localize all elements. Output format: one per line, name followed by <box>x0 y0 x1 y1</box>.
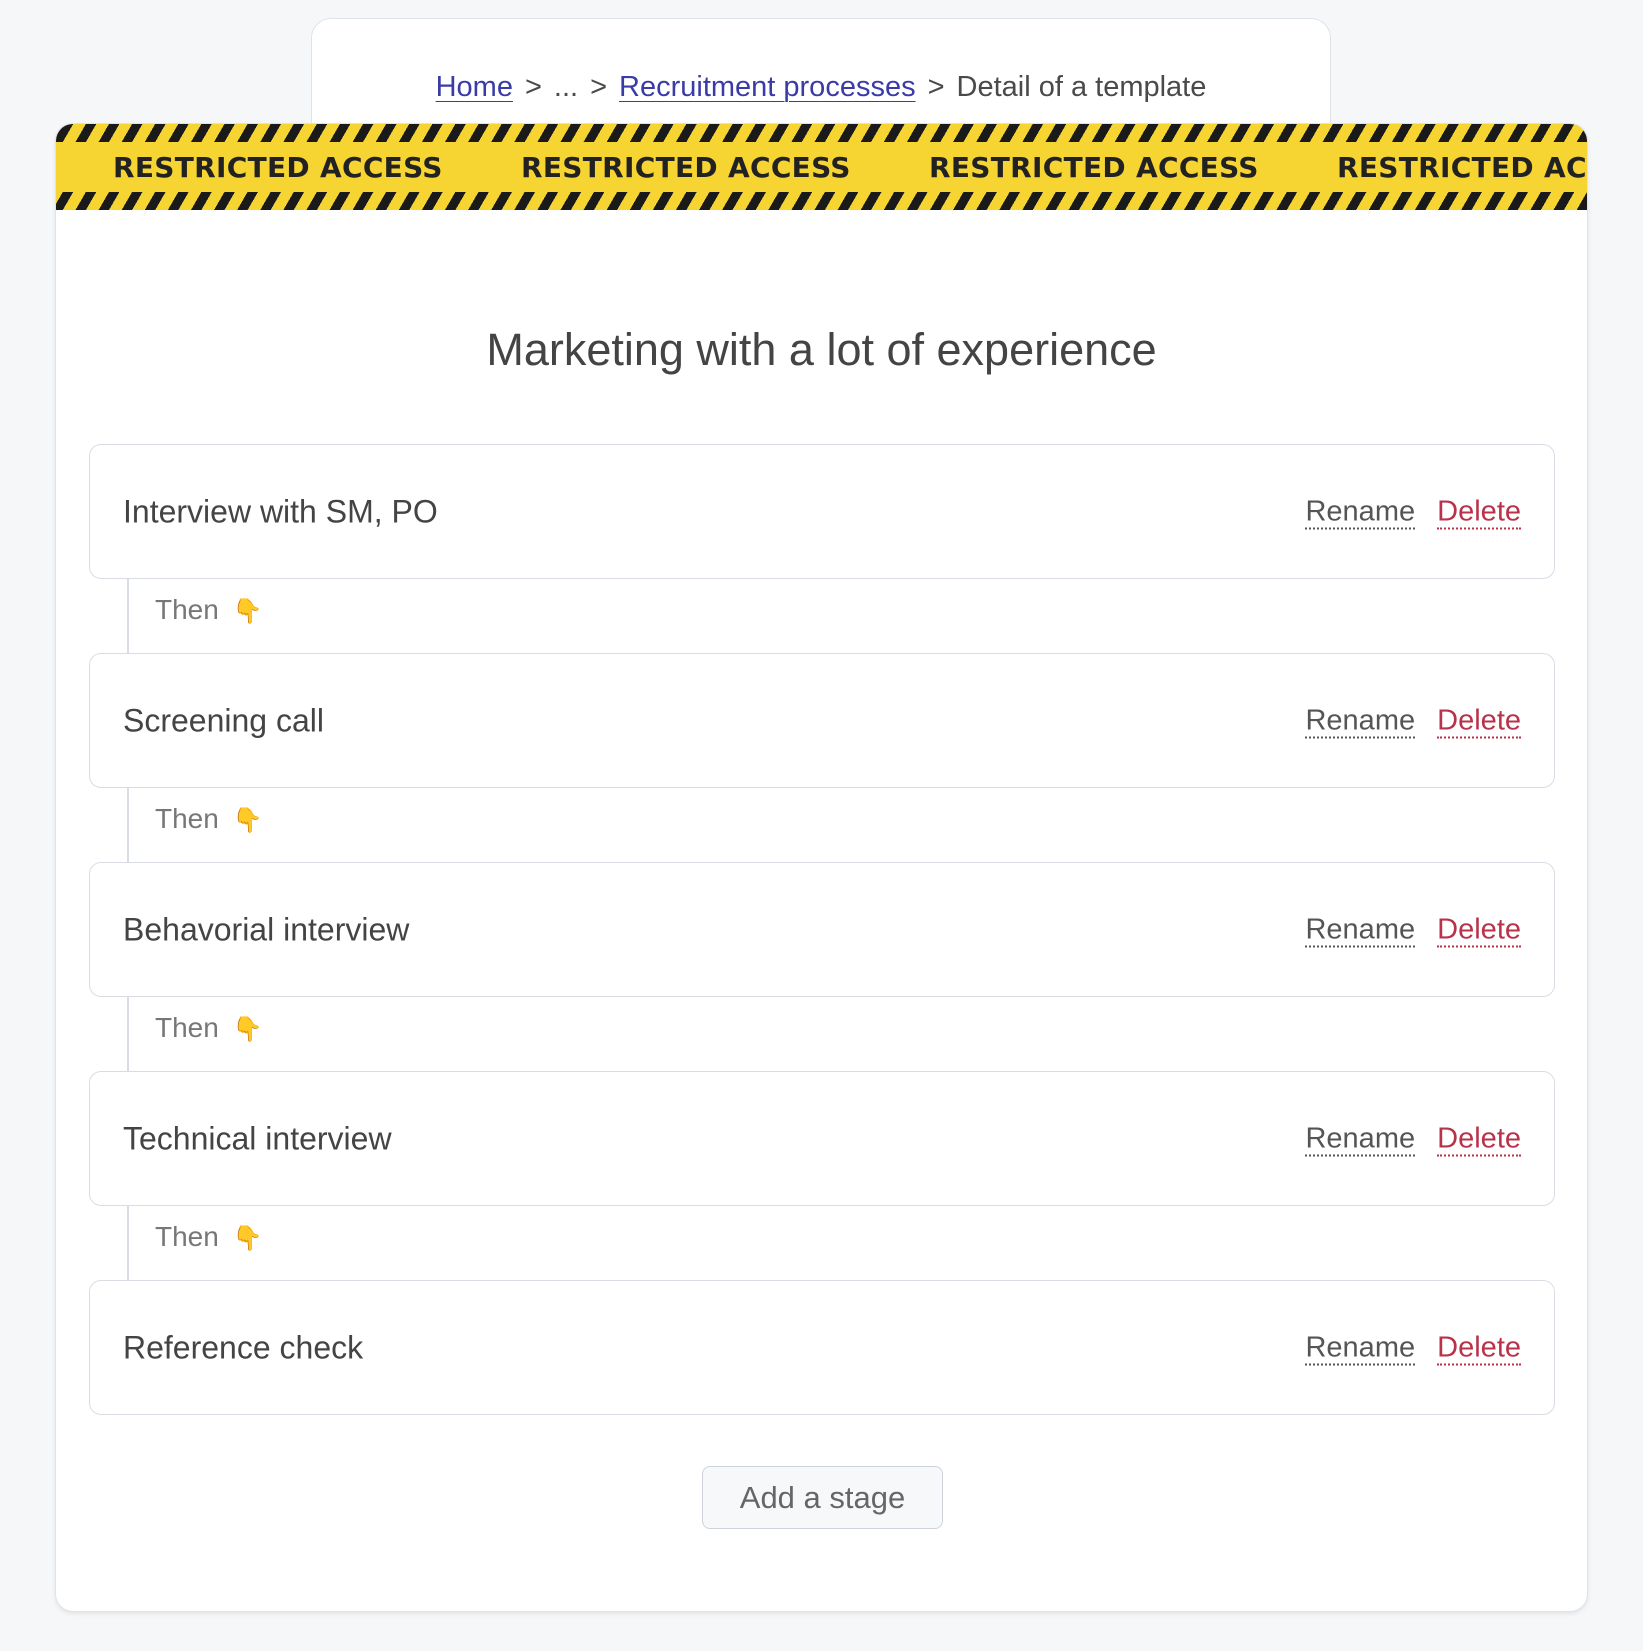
restricted-access-banner: RESTRICTED ACCESS RESTRICTED ACCESS RESTRI… <box>56 124 1587 210</box>
delete-stage-button[interactable]: Delete <box>1437 704 1521 738</box>
stage-card: Behavorial interview Rename Delete <box>89 862 1555 997</box>
breadcrumb: Home >... > Recruitment processes > Detail of… <box>312 71 1330 104</box>
stage-actions: Rename Delete <box>1305 704 1521 738</box>
stage-card: Screening call Rename Delete <box>89 653 1555 788</box>
breadcrumb-current: Detail of a template <box>956 71 1207 103</box>
rename-stage-button[interactable]: Rename <box>1305 1331 1416 1365</box>
breadcrumb-ellipsis[interactable]: ... <box>554 71 578 103</box>
then-text: Then <box>155 803 219 834</box>
rename-stage-button[interactable]: Rename <box>1305 704 1416 738</box>
backhand-index-pointing-down-icon: 👇 <box>232 598 263 625</box>
breadcrumb-separator: > <box>590 71 608 103</box>
stage-name: Screening call <box>123 702 324 738</box>
breadcrumb-separator: > <box>524 71 542 103</box>
add-stage-button[interactable]: Add a stage <box>702 1466 943 1529</box>
stage-actions: Rename Delete <box>1305 1122 1521 1156</box>
restricted-access-text: RESTRICTED ACCESS <box>1337 151 1587 184</box>
restricted-access-text: RESTRICTED ACCESS <box>113 151 443 184</box>
backhand-index-pointing-down-icon: 👇 <box>232 1225 263 1252</box>
stage-connector-line <box>127 1206 129 1281</box>
then-label: Then 👇 <box>155 803 263 835</box>
stage-connector-line <box>127 579 129 654</box>
delete-stage-button[interactable]: Delete <box>1437 1122 1521 1156</box>
then-text: Then <box>155 594 219 625</box>
stage-name: Behavorial interview <box>123 911 410 947</box>
then-label: Then 👇 <box>155 594 263 626</box>
restricted-access-text: RESTRICTED ACCESS <box>929 151 1259 184</box>
breadcrumb-home-link[interactable]: Home <box>436 71 513 103</box>
breadcrumb-separator: > <box>927 71 945 103</box>
delete-stage-button[interactable]: Delete <box>1437 495 1521 529</box>
stage-connector-line <box>127 997 129 1072</box>
then-label: Then 👇 <box>155 1012 263 1044</box>
backhand-index-pointing-down-icon: 👇 <box>232 1016 263 1043</box>
stage-name: Reference check <box>123 1329 364 1365</box>
stage-card: Interview with SM, PO Rename Delete <box>89 444 1555 579</box>
template-detail-card: RESTRICTED ACCESS RESTRICTED ACCESS RESTRI… <box>55 123 1588 1612</box>
stage-card: Reference check Rename Delete <box>89 1280 1555 1415</box>
then-text: Then <box>155 1012 219 1043</box>
backhand-index-pointing-down-icon: 👇 <box>232 807 263 834</box>
stage-actions: Rename Delete <box>1305 913 1521 947</box>
delete-stage-button[interactable]: Delete <box>1437 913 1521 947</box>
delete-stage-button[interactable]: Delete <box>1437 1331 1521 1365</box>
template-title: Marketing with a lot of experience <box>486 324 1157 375</box>
stage-card: Technical interview Rename Delete <box>89 1071 1555 1206</box>
stage-connector-line <box>127 788 129 863</box>
then-label: Then 👇 <box>155 1221 263 1253</box>
rename-stage-button[interactable]: Rename <box>1305 1122 1416 1156</box>
rename-stage-button[interactable]: Rename <box>1305 495 1416 529</box>
restricted-access-text: RESTRICTED ACCESS <box>521 151 851 184</box>
restricted-access-texts: RESTRICTED ACCESS RESTRICTED ACCESS RESTRI… <box>113 151 1587 184</box>
stage-name: Technical interview <box>123 1120 392 1156</box>
hazard-stripes-bottom <box>56 192 1587 210</box>
stage-actions: Rename Delete <box>1305 495 1521 529</box>
stage-actions: Rename Delete <box>1305 1331 1521 1365</box>
then-text: Then <box>155 1221 219 1252</box>
rename-stage-button[interactable]: Rename <box>1305 913 1416 947</box>
stage-name: Interview with SM, PO <box>123 493 438 529</box>
breadcrumb-recruitment-processes-link[interactable]: Recruitment processes <box>619 71 916 103</box>
hazard-stripes-top <box>56 124 1587 142</box>
